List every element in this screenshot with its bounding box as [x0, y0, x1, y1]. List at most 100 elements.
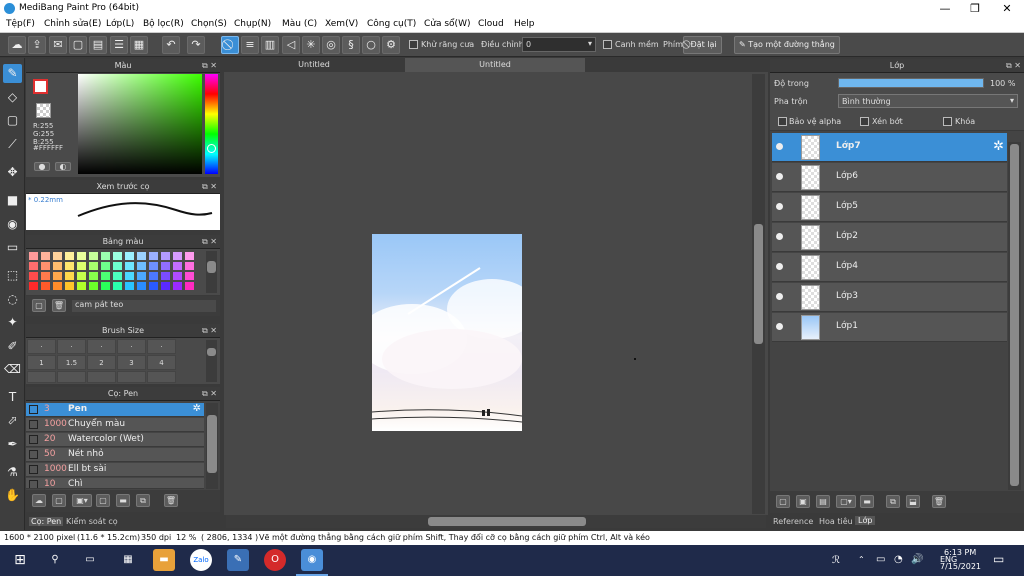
- menu-cloud[interactable]: Cloud: [478, 19, 504, 29]
- chevron-up-icon[interactable]: ⌃: [858, 555, 865, 564]
- circle-snap-icon[interactable]: ◎: [322, 36, 340, 54]
- tab-brush-control[interactable]: Kiểm soát cọ: [66, 517, 118, 526]
- palette-name[interactable]: cam pát teo: [72, 300, 216, 312]
- brush-size-dot[interactable]: ·: [87, 339, 116, 354]
- brush-size-cell[interactable]: [57, 371, 86, 383]
- menu-color[interactable]: Màu (C): [282, 19, 317, 29]
- undo-icon[interactable]: ↶: [162, 36, 180, 54]
- palette-swatch[interactable]: [65, 252, 74, 260]
- volume-icon[interactable]: 🔊: [911, 554, 923, 565]
- blend-mode-select[interactable]: Bình thường ▾: [838, 94, 1018, 108]
- blur-tool-icon[interactable]: ⟋: [3, 135, 22, 154]
- palette-swatch[interactable]: [53, 262, 62, 270]
- brush-size-scrollbar[interactable]: [206, 340, 217, 382]
- panel-controls[interactable]: ⧉ ✕: [202, 59, 217, 72]
- brush-list-scrollbar[interactable]: [206, 403, 218, 489]
- panel-controls[interactable]: ⧉ ✕: [202, 324, 217, 337]
- curve-snap-icon[interactable]: §: [342, 36, 360, 54]
- document-icon[interactable]: ▤: [89, 36, 107, 54]
- eyedropper-tool-icon[interactable]: ⚗: [3, 463, 22, 482]
- canvas-horizontal-scroll-thumb[interactable]: [428, 517, 586, 526]
- layer-row[interactable]: Lớp7 ✲: [772, 133, 1007, 162]
- palette-swatch[interactable]: [89, 262, 98, 270]
- palette-swatch[interactable]: [173, 282, 182, 290]
- select-tool-icon[interactable]: ⬚: [3, 266, 22, 285]
- copy-brush-icon[interactable]: ▢: [96, 494, 110, 507]
- dot-tool-icon[interactable]: ▢: [3, 111, 22, 130]
- panel-controls[interactable]: ⧉ ✕: [202, 180, 217, 193]
- brush-size-dot[interactable]: ·: [117, 339, 146, 354]
- layer-list-scroll-thumb[interactable]: [1010, 144, 1019, 486]
- palette-swatch[interactable]: [41, 282, 50, 290]
- cloud-brush-icon[interactable]: ☁: [32, 494, 46, 507]
- palette-swatch[interactable]: [53, 282, 62, 290]
- reset-button[interactable]: ⃠ Đặt lại: [683, 36, 722, 54]
- palette-swatch[interactable]: [185, 272, 194, 280]
- brush-size-3[interactable]: 3: [117, 355, 146, 370]
- fill-tool-icon[interactable]: ◉: [3, 215, 22, 234]
- secondary-color-swatch[interactable]: [36, 103, 51, 118]
- radial-snap-icon[interactable]: ✳: [302, 36, 320, 54]
- palette-swatch[interactable]: [161, 282, 170, 290]
- palette-swatch[interactable]: [149, 282, 158, 290]
- palette-swatch[interactable]: [113, 272, 122, 280]
- store-icon[interactable]: ▦: [117, 549, 139, 571]
- eye-icon[interactable]: [776, 263, 783, 270]
- palette-swatch[interactable]: [101, 282, 110, 290]
- palette-swatch[interactable]: [173, 252, 182, 260]
- duplicate-layer-icon[interactable]: ⧉: [886, 495, 900, 508]
- add-brush-icon[interactable]: ▢: [52, 494, 66, 507]
- divide-tool-icon[interactable]: ✒: [3, 435, 22, 454]
- palette-swatch[interactable]: [137, 262, 146, 270]
- folder-icon[interactable]: ▬: [116, 494, 130, 507]
- brush-size-1-5[interactable]: 1.5: [57, 355, 86, 370]
- palette-scrollbar[interactable]: [206, 251, 217, 293]
- palette-swatch[interactable]: [101, 252, 110, 260]
- lock-checkbox[interactable]: [943, 117, 952, 126]
- palette-swatch[interactable]: [101, 272, 110, 280]
- layer-row[interactable]: Lớp5: [772, 193, 1007, 222]
- tab-layer[interactable]: Lớp: [855, 516, 876, 525]
- canvas-horizontal-scrollbar[interactable]: [226, 515, 766, 528]
- shape-tool-icon[interactable]: ■: [3, 191, 22, 210]
- brush-size-2[interactable]: 2: [87, 355, 116, 370]
- layer-row[interactable]: Lớp1: [772, 313, 1007, 342]
- doc-tab-active[interactable]: Untitled: [405, 58, 585, 72]
- select-eraser-icon[interactable]: ⌫: [3, 360, 22, 379]
- opera-icon[interactable]: O: [264, 549, 286, 571]
- panel-controls[interactable]: ⧉ ✕: [1006, 59, 1021, 72]
- new-palette-icon[interactable]: ▢: [32, 299, 46, 312]
- palette-swatch[interactable]: [173, 272, 182, 280]
- brush-item[interactable]: 20 Watercolor (Wet): [26, 433, 204, 447]
- palette-swatch[interactable]: [125, 282, 134, 290]
- eye-icon[interactable]: [776, 293, 783, 300]
- layer-row[interactable]: Lớp6: [772, 163, 1007, 192]
- brush-item[interactable]: 1000 Chuyển màu: [26, 418, 204, 432]
- palette-swatch[interactable]: [149, 262, 158, 270]
- eye-icon[interactable]: [776, 233, 783, 240]
- clipping-checkbox[interactable]: [860, 117, 869, 126]
- ellipse-snap-icon[interactable]: ○: [362, 36, 380, 54]
- gradient-tool-icon[interactable]: ▭: [3, 238, 22, 257]
- brush-item[interactable]: 50 Nét nhỏ: [26, 448, 204, 462]
- brush-size-cell[interactable]: [87, 371, 116, 383]
- windows-start-icon[interactable]: ⊞: [9, 549, 31, 571]
- delete-palette-icon[interactable]: 🗑: [52, 299, 66, 312]
- brush-size-dot[interactable]: ·: [27, 339, 56, 354]
- antialias-checkbox[interactable]: [409, 40, 418, 49]
- grid-icon[interactable]: ▦: [130, 36, 148, 54]
- palette-swatch[interactable]: [77, 282, 86, 290]
- palette-swatch[interactable]: [125, 262, 134, 270]
- palette-swatch[interactable]: [125, 272, 134, 280]
- file-explorer-icon[interactable]: ▬: [153, 549, 175, 571]
- line-button[interactable]: ✎ Tạo một đường thẳng: [734, 36, 840, 54]
- palette-swatch[interactable]: [185, 262, 194, 270]
- brush-size-cell[interactable]: [27, 371, 56, 383]
- menu-view[interactable]: Xem(V): [325, 19, 358, 29]
- select-pen-icon[interactable]: ✐: [3, 337, 22, 356]
- menu-select[interactable]: Chọn(S): [191, 19, 227, 29]
- panel-controls[interactable]: ⧉ ✕: [202, 387, 217, 400]
- brush-item[interactable]: 1000 Ell bt sài: [26, 463, 204, 477]
- eraser-tool-icon[interactable]: ◇: [3, 88, 22, 107]
- color-mode-button[interactable]: ●: [34, 162, 50, 171]
